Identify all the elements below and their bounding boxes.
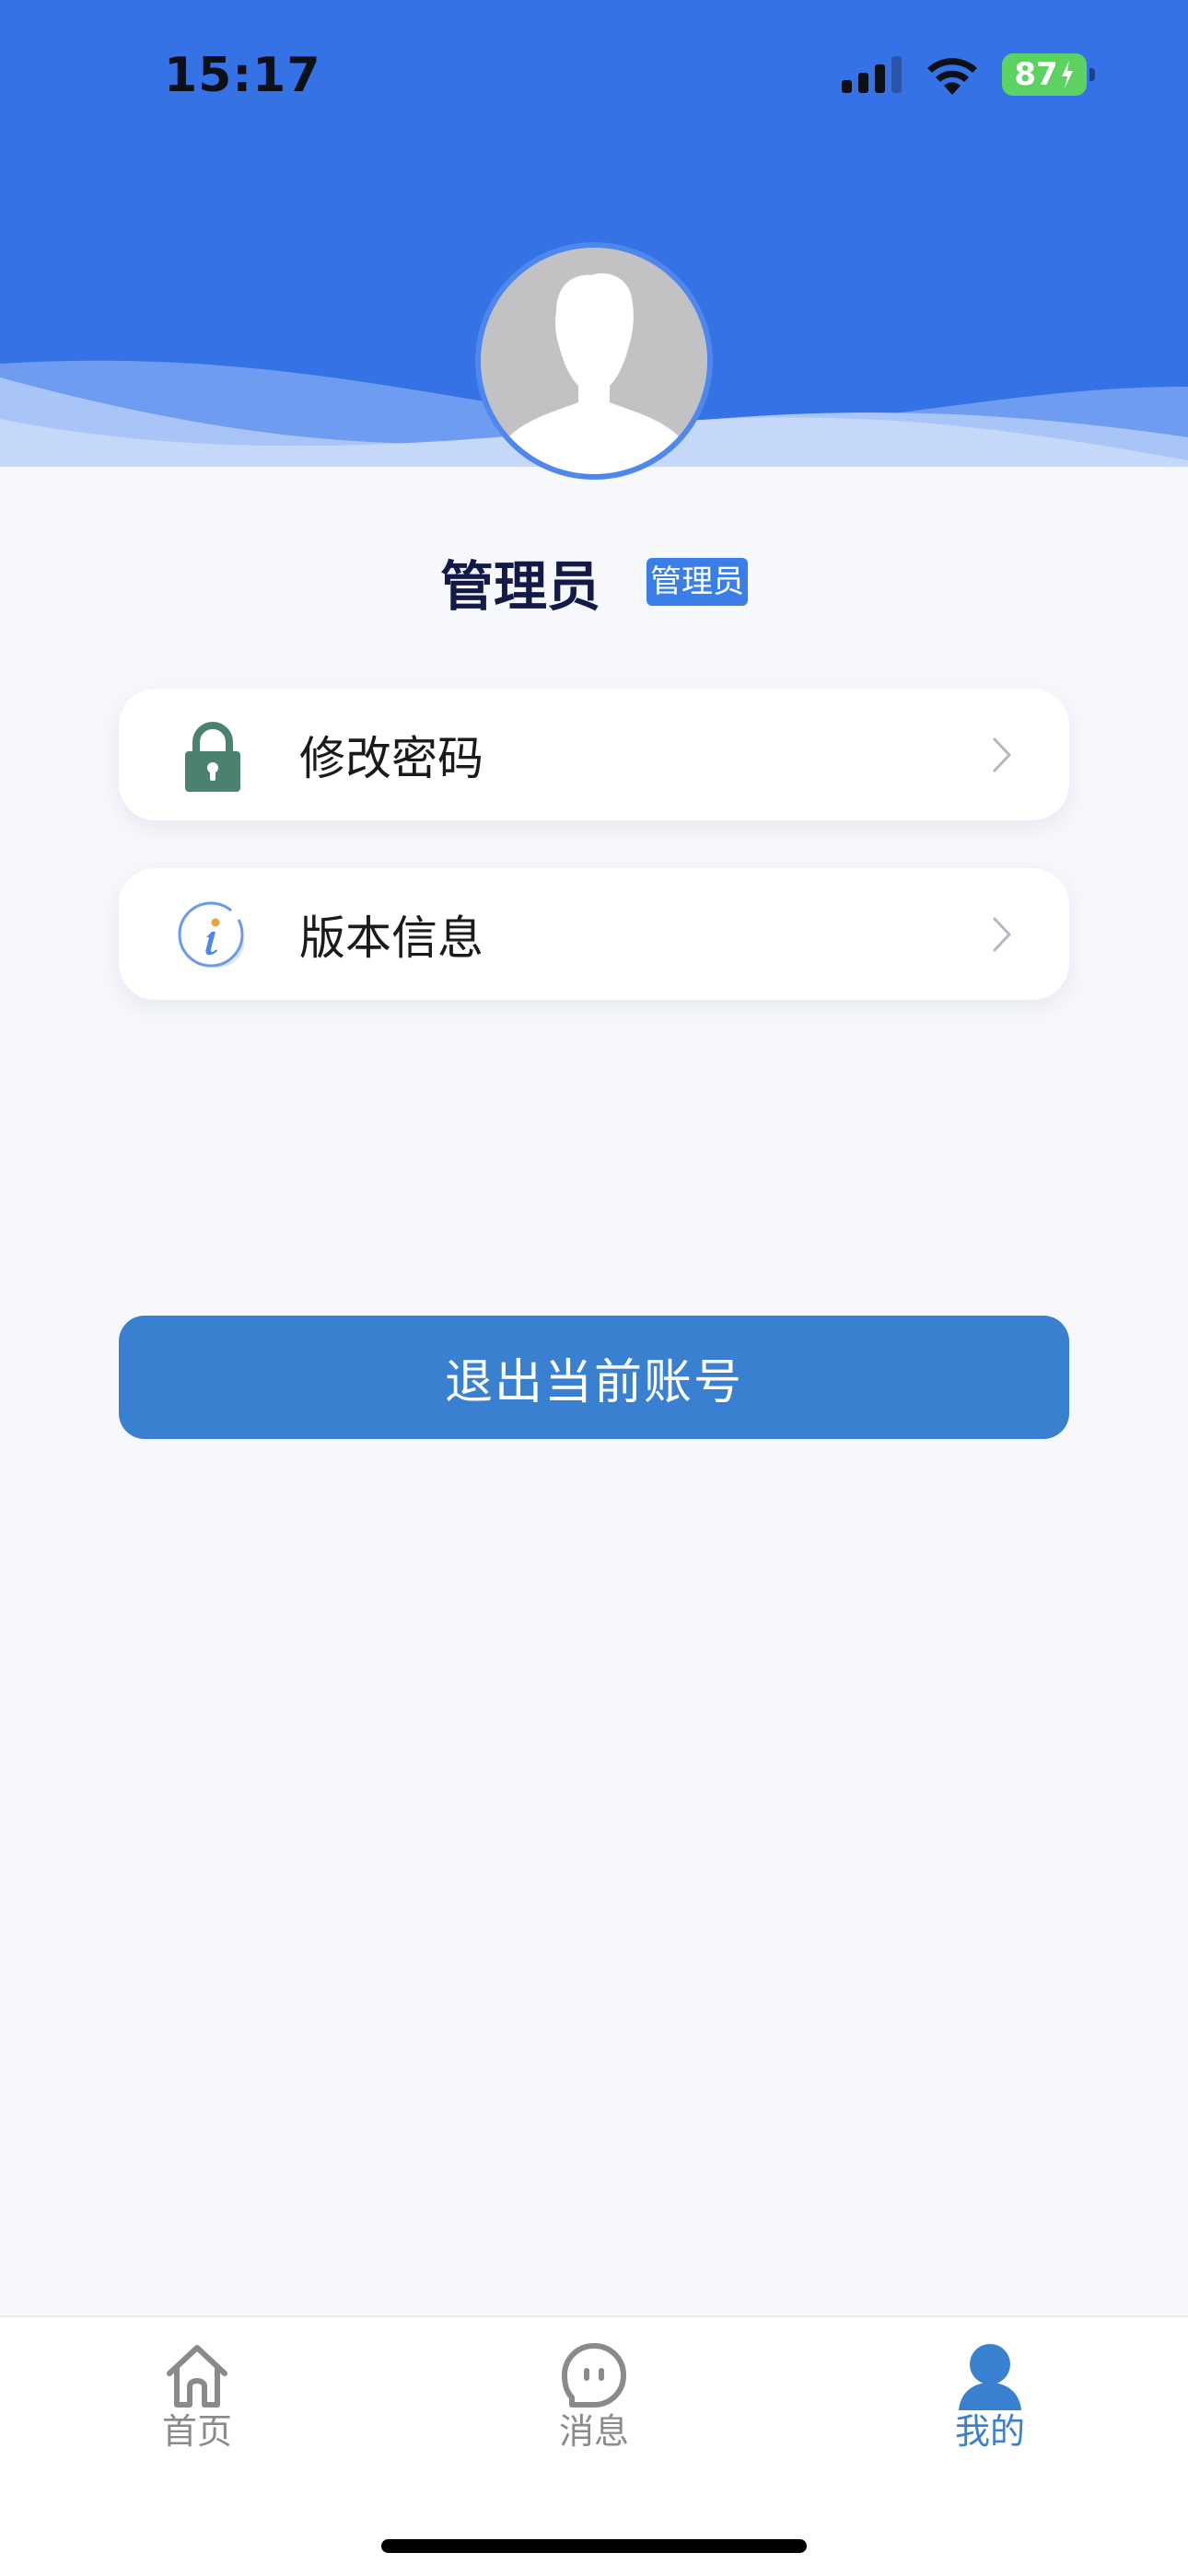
change-password-item[interactable]: 修改密码 bbox=[119, 689, 1069, 820]
cellular-signal-icon bbox=[842, 56, 902, 93]
charging-bolt-icon bbox=[1061, 61, 1073, 88]
tab-home[interactable]: 首页 bbox=[105, 2340, 289, 2454]
tab-label: 首页 bbox=[161, 2411, 232, 2452]
user-name: 管理员 bbox=[439, 555, 600, 618]
logout-button[interactable]: 退出当前账号 bbox=[119, 1316, 1069, 1439]
tab-label: 我的 bbox=[954, 2411, 1025, 2452]
menu-item-label: 版本信息 bbox=[299, 911, 483, 965]
home-icon bbox=[167, 2345, 227, 2408]
wifi-icon bbox=[927, 58, 977, 95]
chevron-right-icon bbox=[993, 737, 1011, 772]
user-avatar-icon bbox=[481, 248, 707, 474]
avatar[interactable] bbox=[475, 242, 713, 480]
user-info: 管理员 管理员 bbox=[0, 543, 1188, 621]
status-time: 15:17 bbox=[164, 48, 321, 103]
home-indicator[interactable] bbox=[381, 2539, 807, 2553]
battery-indicator: 87 bbox=[1002, 53, 1095, 96]
tab-bar: 首页 消息 我的 bbox=[0, 2315, 1188, 2576]
tab-messages[interactable]: 消息 bbox=[502, 2340, 686, 2454]
battery-level: 87 bbox=[1014, 56, 1058, 93]
user-icon bbox=[959, 2344, 1021, 2410]
menu-item-label: 修改密码 bbox=[299, 731, 483, 785]
tab-label: 消息 bbox=[558, 2411, 629, 2452]
tab-mine[interactable]: 我的 bbox=[898, 2340, 1082, 2454]
message-icon bbox=[562, 2343, 626, 2408]
info-icon bbox=[178, 901, 244, 968]
status-icons: 87 bbox=[842, 53, 1095, 96]
version-info-item[interactable]: 版本信息 bbox=[119, 868, 1069, 1000]
status-bar: 15:17 87 bbox=[0, 0, 1188, 157]
lock-icon bbox=[185, 722, 240, 792]
chevron-right-icon bbox=[993, 917, 1011, 952]
role-badge: 管理员 bbox=[646, 557, 748, 607]
